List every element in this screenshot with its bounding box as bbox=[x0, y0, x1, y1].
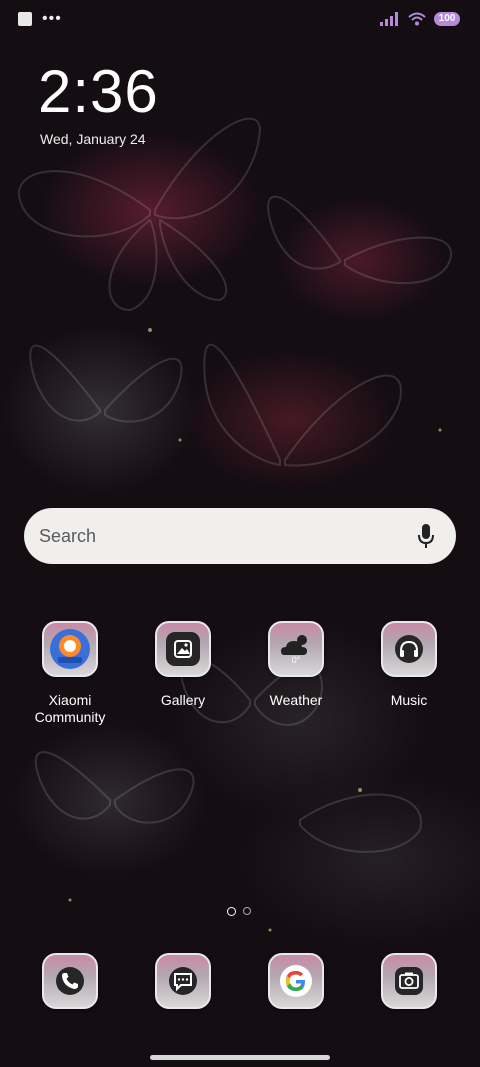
dock-messages[interactable] bbox=[128, 953, 238, 1009]
page-dot-1[interactable] bbox=[227, 907, 236, 916]
gallery-icon[interactable] bbox=[155, 621, 211, 677]
phone-icon[interactable] bbox=[42, 953, 98, 1009]
music-icon[interactable] bbox=[381, 621, 437, 677]
page-indicator[interactable] bbox=[227, 907, 251, 916]
search-bar[interactable]: Search bbox=[24, 508, 456, 564]
app-label: Music bbox=[390, 692, 428, 708]
clock-date[interactable]: Wed, January 24 bbox=[40, 131, 146, 147]
signal-icon bbox=[380, 12, 398, 26]
dock-phone[interactable] bbox=[15, 953, 125, 1009]
messages-icon[interactable] bbox=[155, 953, 211, 1009]
app-weather[interactable]: 0° Weather bbox=[241, 621, 351, 709]
search-placeholder[interactable]: Search bbox=[39, 526, 414, 547]
status-bar: ••• 100 bbox=[0, 0, 480, 40]
app-gallery[interactable]: Gallery bbox=[128, 621, 238, 709]
xiaomi-community-icon[interactable] bbox=[42, 621, 98, 677]
gesture-nav-bar[interactable] bbox=[150, 1055, 330, 1060]
weather-icon[interactable]: 0° bbox=[268, 621, 324, 677]
app-label: Xiaomi Community bbox=[34, 692, 106, 725]
google-icon[interactable] bbox=[268, 953, 324, 1009]
app-music[interactable]: Music bbox=[354, 621, 464, 709]
page-dot-2[interactable] bbox=[243, 907, 251, 915]
app-label: Gallery bbox=[160, 692, 206, 708]
dock-google[interactable] bbox=[241, 953, 351, 1009]
clock-time[interactable]: 2:36 bbox=[38, 58, 159, 126]
battery-icon: 100 bbox=[434, 12, 460, 26]
camera-icon[interactable] bbox=[381, 953, 437, 1009]
microphone-icon[interactable] bbox=[414, 522, 438, 550]
dock-camera[interactable] bbox=[354, 953, 464, 1009]
notification-square-icon bbox=[18, 12, 32, 26]
app-xiaomi-community[interactable]: Xiaomi Community bbox=[15, 621, 125, 726]
wifi-icon bbox=[408, 12, 426, 26]
app-label: Weather bbox=[269, 692, 323, 708]
more-dots-icon: ••• bbox=[42, 10, 62, 27]
weather-temp: 0° bbox=[291, 655, 301, 665]
